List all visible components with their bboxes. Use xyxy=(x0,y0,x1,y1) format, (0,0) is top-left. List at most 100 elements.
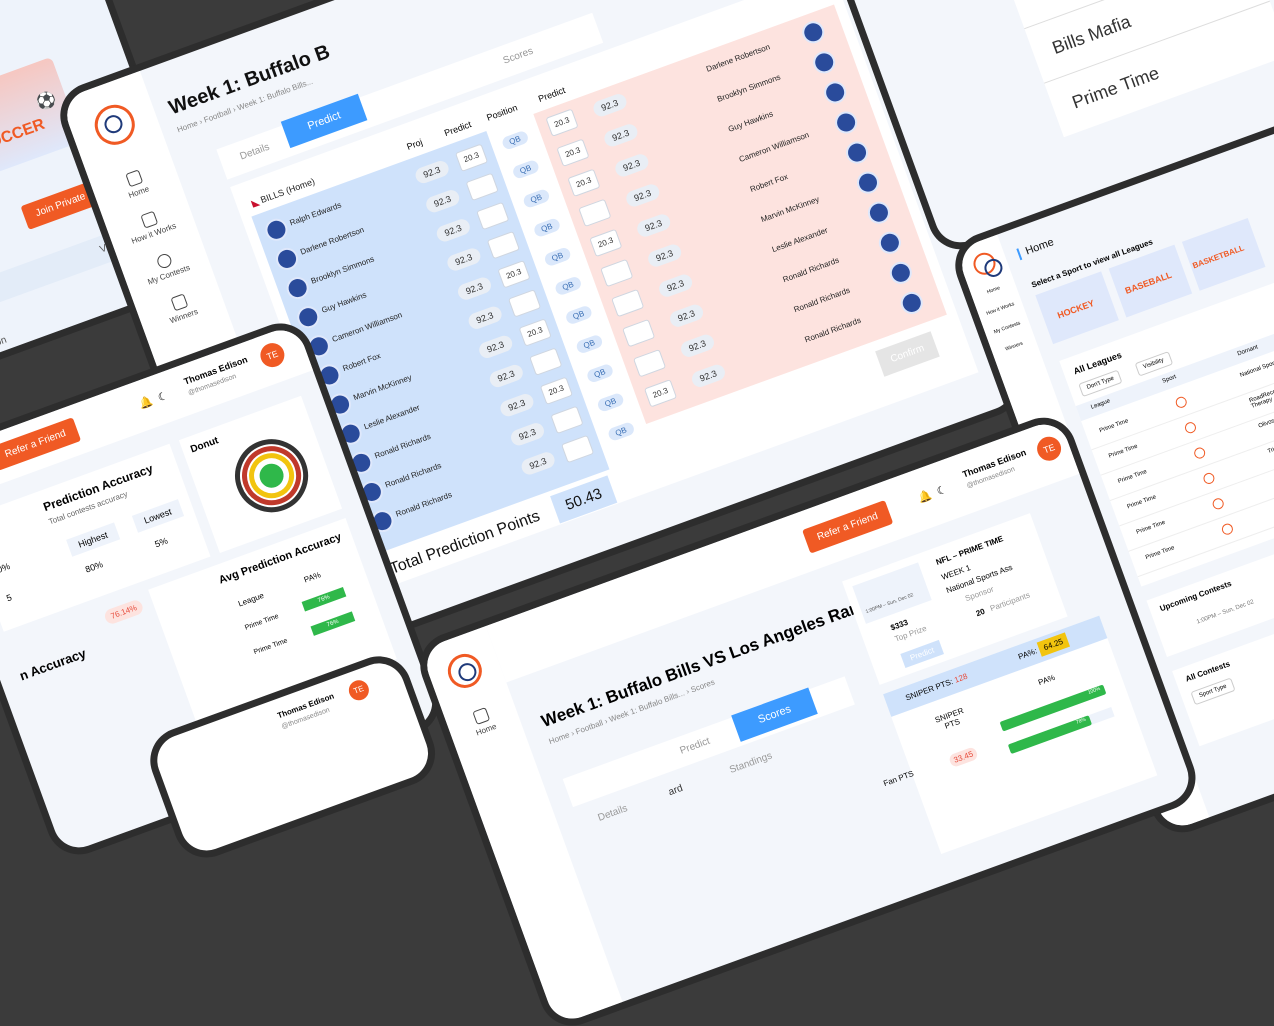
moon-icon[interactable]: ☾ xyxy=(156,389,169,405)
predict-input[interactable]: 20.3 xyxy=(589,228,623,258)
predict-input[interactable] xyxy=(600,258,634,288)
predict-input[interactable] xyxy=(476,201,510,231)
player-avatar xyxy=(325,390,355,419)
player-proj: 92.3 xyxy=(498,391,536,419)
column-header-proj: Proj xyxy=(405,136,424,152)
sort-sport-type[interactable]: Sport Type xyxy=(1190,677,1236,706)
player-name: Marvin McKinney xyxy=(352,372,413,403)
player-proj: 92.3 xyxy=(656,272,694,299)
sidebar-item-my-contests[interactable]: My Contests xyxy=(985,317,1029,338)
player-proj: 92.3 xyxy=(519,450,557,477)
player-name: Ronald Richards xyxy=(781,255,841,285)
player-avatar xyxy=(799,18,828,47)
sport-icon xyxy=(1211,496,1226,511)
sidebar-item-home[interactable]: Home xyxy=(971,280,1015,301)
predict-input[interactable]: 20.3 xyxy=(497,260,531,289)
predict-input[interactable]: 20.3 xyxy=(556,138,590,167)
sidebar-item-how-it-works[interactable]: How it Works xyxy=(978,299,1022,320)
breadcrumb-football[interactable]: Football xyxy=(203,106,233,124)
column-header-sport: Sport xyxy=(1161,374,1178,385)
breadcrumb-home[interactable]: Home xyxy=(176,119,199,135)
predict-input[interactable]: 20.3 xyxy=(539,376,573,405)
confirm-button[interactable]: Confirm xyxy=(875,331,940,377)
predict-input[interactable] xyxy=(529,347,563,376)
section-title: n Accuracy xyxy=(17,645,89,684)
refer-a-friend-button[interactable]: Refer a Friend xyxy=(0,417,82,471)
column-header-position: Position xyxy=(485,102,519,123)
player-avatar xyxy=(357,477,386,507)
sidebar-item-how-it-works[interactable]: How it Works xyxy=(107,199,196,253)
book-icon xyxy=(139,210,158,229)
refer-a-friend-button[interactable]: Refer a Friend xyxy=(802,500,894,554)
breadcrumb-home[interactable]: Home xyxy=(548,730,571,746)
predict-input[interactable] xyxy=(611,288,645,318)
predict-input[interactable] xyxy=(561,434,595,464)
breadcrumb-football[interactable]: Football xyxy=(574,718,604,736)
section-title: Upcoming Contests xyxy=(1158,578,1233,614)
tab-predict[interactable]: Predict xyxy=(280,93,368,149)
highest-label: Highest xyxy=(66,522,120,557)
avg-header-league: League xyxy=(237,590,266,609)
player-name: Brooklyn Simmons xyxy=(309,254,376,286)
subtab-leaderboard[interactable]: ard xyxy=(667,783,684,798)
sniper-pts-label: SNIPER PTS: xyxy=(904,676,955,703)
sidebar-item-home[interactable]: Home xyxy=(446,697,521,745)
breadcrumb-scores[interactable]: Scores xyxy=(689,677,715,694)
bell-icon[interactable]: 🔔 xyxy=(137,394,155,411)
player-avatar xyxy=(347,448,376,477)
sidebar-item-home[interactable]: Home xyxy=(91,157,180,211)
tab-scores[interactable]: Scores xyxy=(502,46,535,67)
sidebar-item-winners[interactable]: Winners xyxy=(137,281,226,335)
player-proj: 92.3 xyxy=(645,242,683,269)
donut-title: Donut xyxy=(189,435,221,456)
predict-input[interactable] xyxy=(622,318,656,348)
predict-input[interactable] xyxy=(550,405,584,435)
player-avatar xyxy=(853,168,883,197)
player-avatar xyxy=(832,108,861,137)
bell-icon[interactable]: 🔔 xyxy=(916,488,934,505)
sport-icon xyxy=(1192,446,1207,461)
tab-details[interactable]: Details xyxy=(597,803,629,824)
game-time: 1:00PM – Sun, Dec 02 xyxy=(864,592,915,616)
home-icon xyxy=(472,707,491,725)
predict-input[interactable] xyxy=(507,289,542,318)
participants-count: 20 xyxy=(974,606,987,619)
predict-input[interactable]: 20.3 xyxy=(454,143,489,172)
column-header-league: ction xyxy=(0,334,9,353)
predict-input[interactable] xyxy=(633,349,667,378)
avg-row-pa: 76% xyxy=(310,611,356,636)
predict-input[interactable]: 20.3 xyxy=(518,318,552,347)
sidebar: Home xyxy=(420,626,623,1026)
tab-details[interactable]: Details xyxy=(239,142,271,163)
predict-input[interactable] xyxy=(578,198,612,228)
predict-input[interactable]: 20.3 xyxy=(567,168,601,197)
predict-input[interactable]: 20.3 xyxy=(545,108,579,137)
predict-input[interactable]: 20.3 xyxy=(643,379,678,408)
sidebar-item-my-contests[interactable]: My Contests xyxy=(122,240,211,294)
logo xyxy=(443,649,487,693)
position-badge: QB xyxy=(596,392,625,413)
soccer-label: SOCCER xyxy=(0,115,48,156)
avatar[interactable]: TE xyxy=(346,677,372,704)
sport-icon xyxy=(1174,395,1189,410)
subtab-standings[interactable]: Standings xyxy=(728,750,774,776)
player-avatar xyxy=(315,361,344,390)
player-proj: 92.3 xyxy=(508,421,546,448)
left-value-2: 5 xyxy=(4,592,14,604)
predict-button[interactable]: Predict xyxy=(900,639,944,669)
player-proj: 92.3 xyxy=(624,182,662,209)
predict-input[interactable] xyxy=(465,172,499,202)
predict-input[interactable] xyxy=(486,230,520,260)
tab-scores[interactable]: Scores xyxy=(731,687,819,742)
league-cell: Prime Time xyxy=(1117,468,1148,485)
avg-row-league: Prime Time xyxy=(244,613,280,632)
avatar[interactable]: TE xyxy=(257,339,288,371)
tab-predict[interactable]: Predict xyxy=(679,736,712,757)
player-avatar xyxy=(821,78,850,107)
moon-icon[interactable]: ☾ xyxy=(935,483,948,499)
player-proj: 92.3 xyxy=(602,122,640,149)
sidebar-item-winners[interactable]: Winners xyxy=(992,336,1036,357)
sport-tile-basketball[interactable]: BASKETBALL xyxy=(1181,217,1266,291)
avatar[interactable]: TE xyxy=(1033,433,1065,465)
player-name: Guy Hawkins xyxy=(726,109,775,134)
